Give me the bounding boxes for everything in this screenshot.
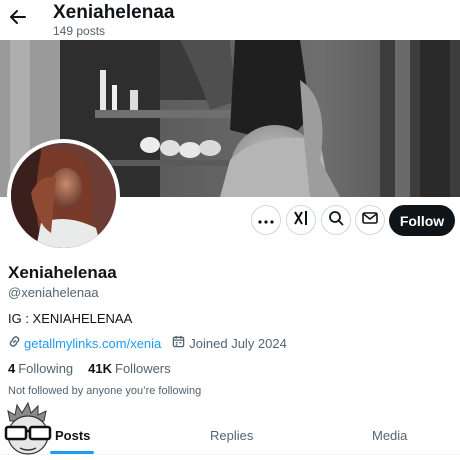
tab-media[interactable]: Media <box>372 428 407 443</box>
display-name: Xeniahelenaa <box>8 263 117 282</box>
profile-tabs: Posts Replies Media <box>0 418 460 454</box>
joined-date: Joined July 2024 <box>172 335 287 351</box>
search-button[interactable] <box>321 205 351 235</box>
divider <box>0 454 460 455</box>
not-followed-note: Not followed by anyone you’re following <box>8 385 202 397</box>
mail-icon <box>362 211 378 230</box>
handle: @xeniahelenaa <box>8 285 99 300</box>
joined-text: Joined July 2024 <box>189 335 287 351</box>
top-bar: Xeniahelenaa 149 posts <box>0 0 460 40</box>
profile-link[interactable]: getallmylinks.com/xenia <box>8 335 161 351</box>
profile-meta: getallmylinks.com/xenia Joined July 2024 <box>8 335 287 351</box>
bio: IG : XENIAHELENAA <box>8 311 133 326</box>
more-button[interactable] <box>251 205 281 235</box>
following-link[interactable]: 4 Following <box>8 361 73 376</box>
follow-button[interactable]: Follow <box>389 205 455 236</box>
following-count: 4 <box>8 361 16 376</box>
page-title: Xeniahelenaa <box>53 2 175 23</box>
more-icon <box>258 211 274 229</box>
follow-stats: 4 Following 41K Followers <box>8 361 186 376</box>
grok-icon <box>293 210 309 231</box>
posts-count: 149 posts <box>53 24 106 38</box>
followers-label: Followers <box>115 361 171 376</box>
grok-button[interactable] <box>286 205 316 235</box>
profile-actions: Follow <box>0 205 460 239</box>
tab-replies[interactable]: Replies <box>210 428 253 443</box>
back-arrow-icon[interactable] <box>8 7 28 27</box>
followers-link[interactable]: 41K Followers <box>88 361 170 376</box>
link-icon <box>8 335 24 351</box>
mascot-watermark <box>0 401 58 457</box>
search-icon <box>328 210 344 231</box>
tab-posts[interactable]: Posts <box>55 428 90 443</box>
followers-count: 41K <box>88 361 113 376</box>
following-label: Following <box>18 361 74 376</box>
message-button[interactable] <box>355 205 385 235</box>
calendar-icon <box>172 335 189 351</box>
link-text[interactable]: getallmylinks.com/xenia <box>24 336 161 351</box>
